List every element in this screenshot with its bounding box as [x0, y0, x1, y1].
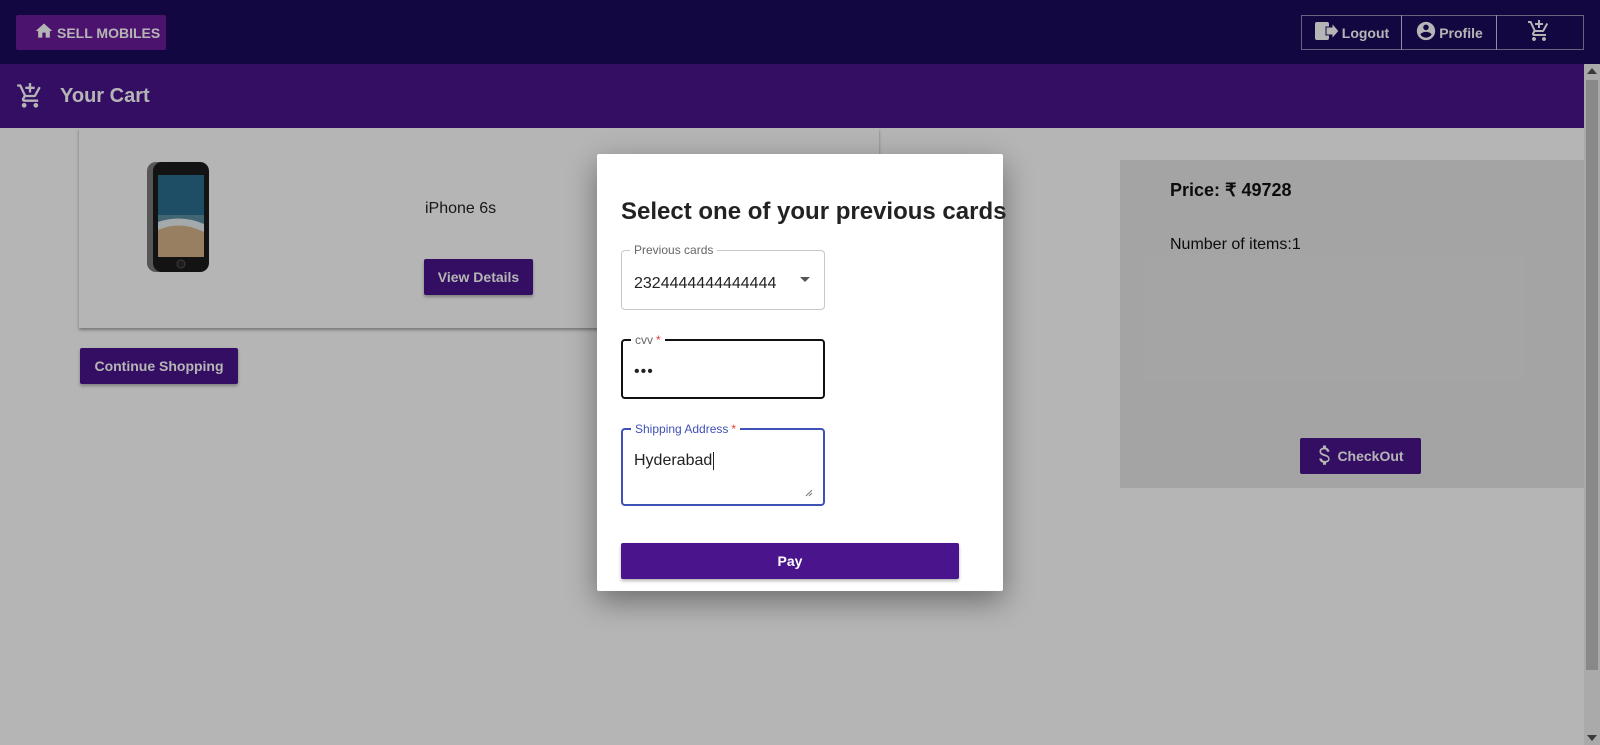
- required-asterisk: *: [656, 333, 661, 347]
- cvv-label: cvv *: [631, 333, 665, 347]
- dropdown-arrow-icon[interactable]: [800, 277, 810, 282]
- previous-cards-label: Previous cards: [630, 243, 718, 257]
- pay-button[interactable]: Pay: [621, 543, 959, 579]
- previous-cards-value: 2324444444444444: [634, 275, 777, 292]
- dialog-title: Select one of your previous cards: [621, 198, 1007, 225]
- cvv-value: •••: [634, 363, 654, 380]
- shipping-address-value: Hyderabad: [634, 452, 715, 470]
- previous-cards-select[interactable]: Previous cards 2324444444444444: [621, 243, 825, 310]
- resize-handle-icon[interactable]: [805, 484, 813, 497]
- payment-dialog: Select one of your previous cards Previo…: [597, 154, 1007, 591]
- text-cursor: [713, 452, 715, 470]
- shipping-address-field[interactable]: Shipping Address * Hyderabad: [621, 422, 825, 506]
- shipping-address-label: Shipping Address *: [631, 422, 741, 436]
- cvv-field[interactable]: cvv * •••: [621, 333, 825, 399]
- required-asterisk: *: [731, 422, 737, 436]
